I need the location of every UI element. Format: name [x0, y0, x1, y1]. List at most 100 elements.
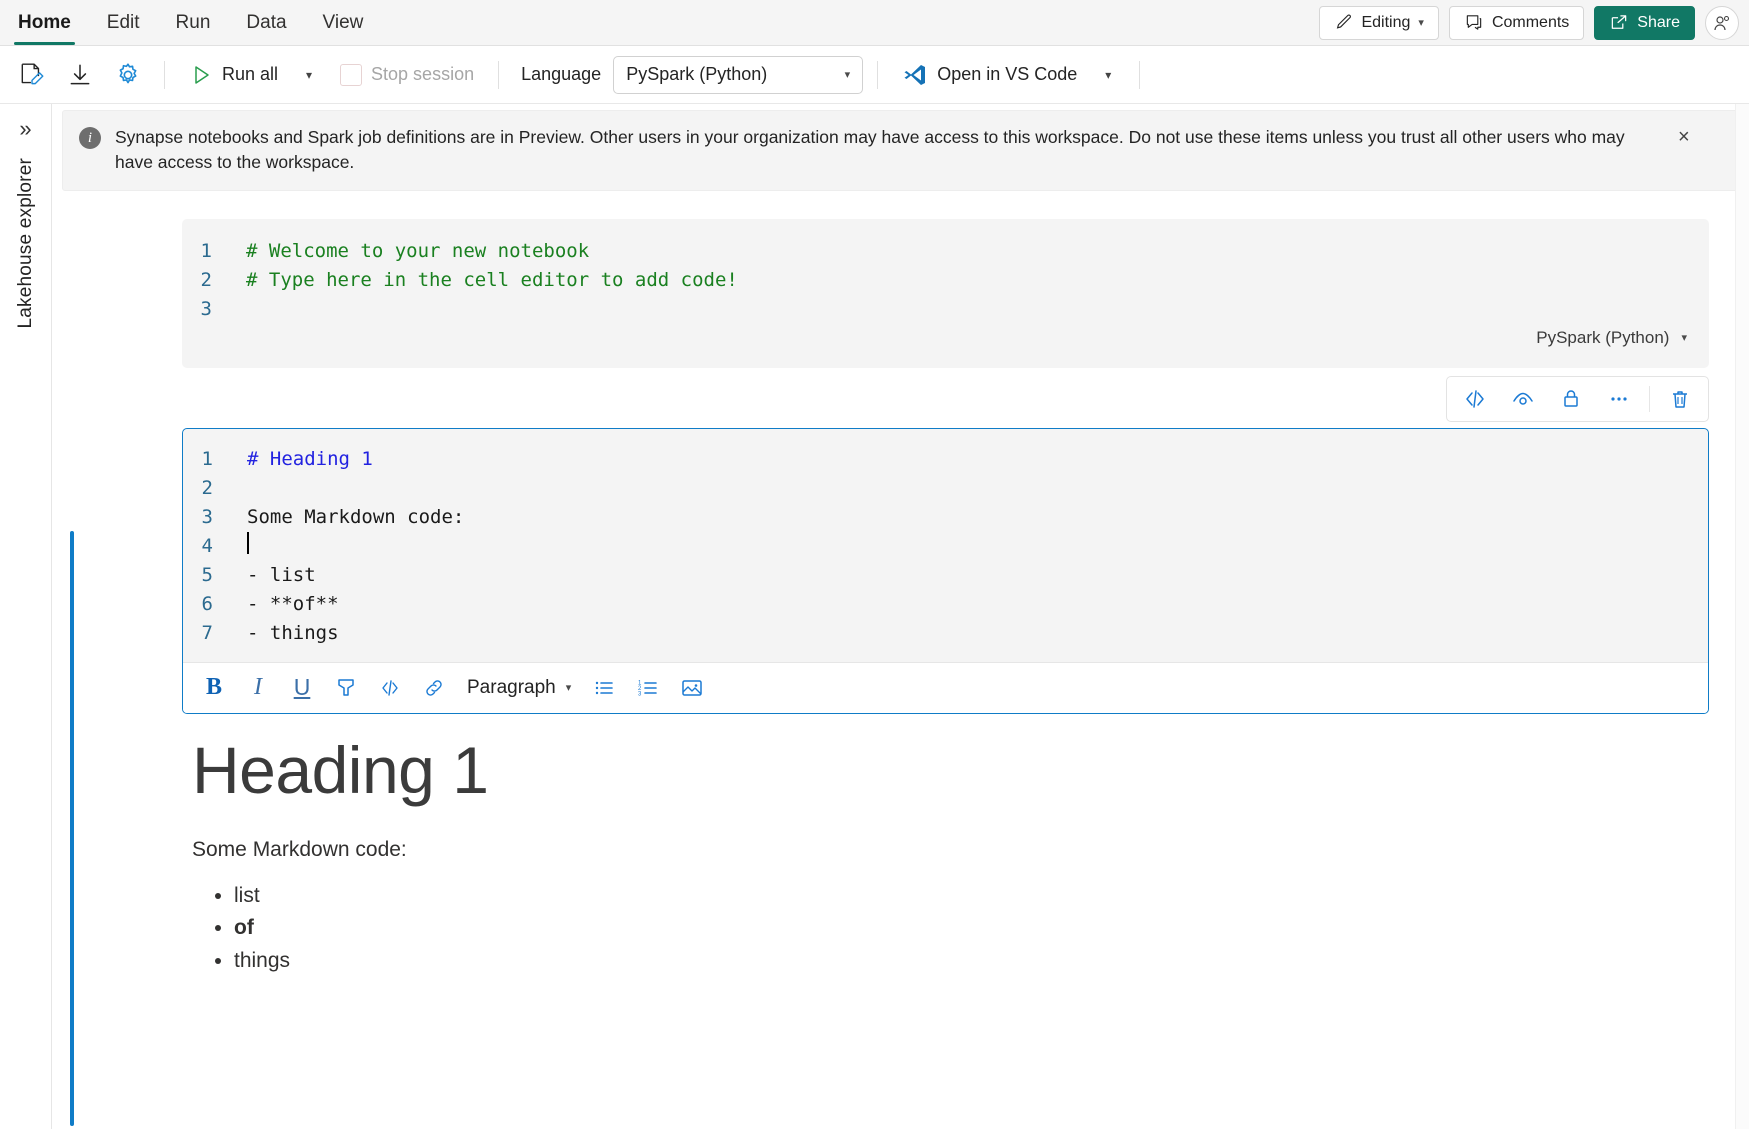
code-line: 2 # Type here in the cell editor to add … [182, 266, 1709, 295]
share-button[interactable]: Share [1594, 5, 1695, 40]
paragraph-style-select[interactable]: Paragraph ▾ [457, 669, 581, 707]
ribbon-tab-bar: Home Edit Run Data View Editing ▾ Commen… [0, 0, 1749, 46]
markdown-cell-editor[interactable]: 1 # Heading 1 2 3 Some Markdown code: 4 [183, 428, 1708, 662]
share-icon [1609, 13, 1629, 32]
line-number: 3 [201, 505, 213, 528]
line-number: 1 [200, 239, 212, 262]
run-all-label: Run all [222, 64, 279, 84]
chevron-down-icon: ▾ [844, 69, 851, 81]
hide-output-eye-icon[interactable] [1501, 381, 1545, 417]
code-line: 6 - **of** [183, 590, 1708, 619]
rendered-list: list of things [192, 880, 1692, 978]
main-body: » Lakehouse explorer i Synapse notebooks… [0, 104, 1749, 1129]
play-icon [189, 63, 213, 87]
run-all-chevron-icon[interactable]: ▾ [292, 55, 326, 95]
cell-language-value: PySpark (Python) [1536, 327, 1670, 347]
tab-data[interactable]: Data [228, 0, 304, 45]
bold-button[interactable]: B [193, 669, 235, 707]
markdown-cell[interactable]: 1 # Heading 1 2 3 Some Markdown code: 4 [182, 427, 1709, 714]
people-icon [1712, 13, 1732, 33]
editing-mode-button[interactable]: Editing ▾ [1319, 5, 1439, 40]
new-notebook-icon[interactable] [10, 55, 54, 95]
run-all-button[interactable]: Run all [179, 55, 288, 95]
language-select[interactable]: PySpark (Python) ▾ [613, 55, 864, 94]
markdown-format-toolbar: B I U Paragraph ▾ 1 2 3 [183, 661, 1708, 713]
highlight-icon[interactable] [325, 669, 367, 707]
open-in-vscode-button[interactable]: Open in VS Code [892, 55, 1087, 95]
lock-icon[interactable] [1549, 381, 1593, 417]
stop-icon [340, 63, 363, 86]
chevron-down-icon: ▾ [1418, 17, 1424, 29]
tab-home-label: Home [18, 11, 71, 33]
code-line: 1 # Welcome to your new notebook [182, 237, 1709, 266]
code-line: 1 # Heading 1 [183, 445, 1708, 474]
tab-data-label: Data [246, 11, 287, 33]
tab-home[interactable]: Home [0, 0, 89, 45]
code-text: - **of** [247, 592, 339, 615]
rendered-paragraph: Some Markdown code: [192, 837, 407, 861]
line-number: 1 [201, 447, 213, 470]
lakehouse-explorer-label[interactable]: Lakehouse explorer [15, 158, 37, 329]
download-icon[interactable] [58, 55, 102, 95]
code-text: # Heading 1 [247, 447, 373, 470]
insert-image-icon[interactable] [671, 669, 713, 707]
preview-info-bar: i Synapse notebooks and Spark job defini… [62, 110, 1739, 191]
toolbar-divider-3 [877, 60, 879, 89]
line-number: 4 [201, 534, 213, 557]
stop-session-label: Stop session [371, 64, 475, 84]
code-cell-editor[interactable]: 1 # Welcome to your new notebook 2 # Typ… [182, 218, 1709, 368]
toolbar-divider-1 [164, 60, 165, 89]
toolbar-divider-2 [498, 60, 500, 89]
tab-run-label: Run [175, 11, 211, 33]
text-cursor [247, 531, 249, 554]
expand-panel-icon[interactable]: » [19, 118, 31, 140]
tab-view[interactable]: View [305, 0, 382, 45]
code-line: 3 [182, 295, 1709, 324]
line-number: 2 [201, 476, 213, 499]
code-line: 4 [183, 531, 1708, 561]
notebook-content: i Synapse notebooks and Spark job defini… [52, 104, 1749, 1129]
chevron-down-icon: ▾ [1681, 332, 1687, 345]
code-text: # Type here in the cell editor to add co… [246, 268, 738, 291]
close-icon[interactable]: × [1674, 127, 1694, 147]
people-button[interactable] [1705, 5, 1739, 40]
code-cell[interactable]: 1 # Welcome to your new notebook 2 # Typ… [182, 218, 1709, 368]
code-line: 5 - list [183, 561, 1708, 590]
stop-session-button[interactable]: Stop session [330, 55, 484, 95]
ribbon-right-actions: Editing ▾ Comments Share [1319, 0, 1749, 45]
tab-edit[interactable]: Edit [89, 0, 158, 45]
line-number: 7 [201, 621, 213, 644]
code-line: 2 [183, 474, 1708, 503]
preview-info-message: Synapse notebooks and Spark job definiti… [115, 127, 1625, 173]
line-number: 5 [201, 563, 213, 586]
inline-code-icon[interactable] [369, 669, 411, 707]
language-value: PySpark (Python) [626, 64, 768, 84]
rendered-heading: Heading 1 [192, 732, 489, 807]
code-line: 3 Some Markdown code: [183, 503, 1708, 532]
comment-icon [1464, 13, 1484, 32]
vertical-scrollbar[interactable] [1735, 104, 1749, 1129]
pencil-icon [1334, 13, 1353, 32]
delete-cell-icon[interactable] [1658, 381, 1702, 417]
link-icon[interactable] [413, 669, 455, 707]
code-line: 7 - things [183, 619, 1708, 648]
underline-button[interactable]: U [281, 669, 323, 707]
toggle-code-icon[interactable] [1453, 381, 1497, 417]
list-item: list [234, 880, 1692, 913]
cell-action-toolbar [52, 375, 1709, 422]
cell-language-select[interactable]: PySpark (Python) ▾ [1536, 328, 1687, 348]
tab-run[interactable]: Run [158, 0, 229, 45]
vscode-chevron-icon[interactable]: ▾ [1091, 55, 1125, 95]
tab-view-label: View [322, 11, 364, 33]
settings-gear-icon[interactable] [106, 55, 150, 95]
open-in-vscode-label: Open in VS Code [937, 64, 1078, 84]
editing-mode-label: Editing [1361, 13, 1411, 31]
more-options-icon[interactable] [1597, 381, 1641, 417]
command-toolbar: Run all ▾ Stop session Language PySpark … [0, 46, 1749, 104]
numbered-list-icon[interactable]: 123 [627, 669, 669, 707]
comments-button[interactable]: Comments [1448, 5, 1585, 40]
code-text: - things [247, 621, 339, 644]
bulleted-list-icon[interactable] [583, 669, 625, 707]
italic-button[interactable]: I [237, 669, 279, 707]
cell-action-group [1446, 375, 1709, 422]
